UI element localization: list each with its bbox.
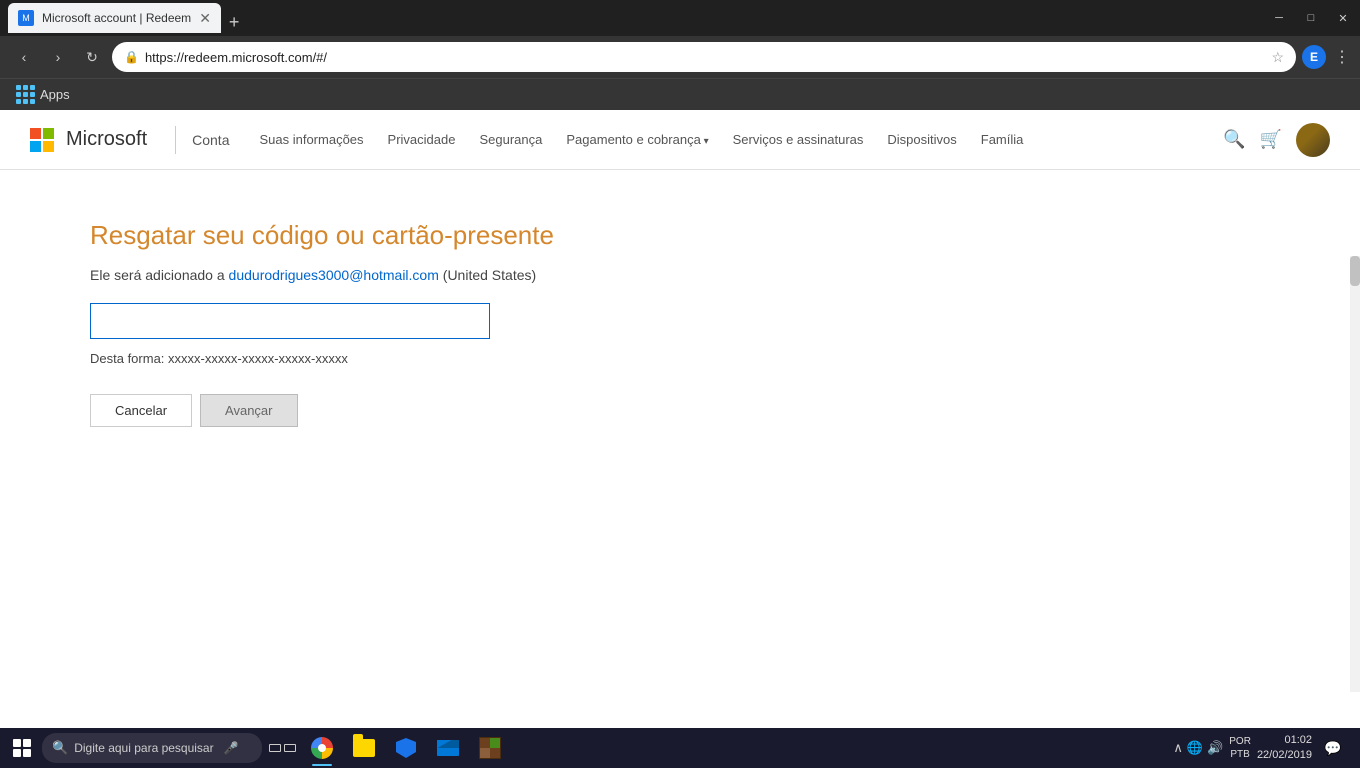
subtitle-suffix: (United States) xyxy=(439,267,536,283)
active-tab[interactable]: M Microsoft account | Redeem ✕ xyxy=(8,3,221,33)
subtitle: Ele será adicionado a dudurodrigues3000@… xyxy=(90,267,810,283)
bookmarks-bar: Apps xyxy=(0,78,1360,110)
subtitle-prefix: Ele será adicionado a xyxy=(90,267,229,283)
format-hint: Desta forma: xxxxx-xxxxx-xxxxx-xxxxx-xxx… xyxy=(90,351,810,366)
notification-button[interactable]: 💬 xyxy=(1318,733,1348,763)
taskbar-right: ∧ 🌐 🔊 POR PTB 01:02 22/02/2019 💬 xyxy=(1173,733,1356,764)
url-text: https://redeem.microsoft.com/#/ xyxy=(145,50,1265,65)
taskbar-chrome[interactable] xyxy=(302,728,342,768)
nav-pagamento[interactable]: Pagamento e cobrança xyxy=(566,132,708,147)
menu-button[interactable]: ⋮ xyxy=(1334,47,1350,67)
cancel-button[interactable]: Cancelar xyxy=(90,394,192,427)
nav-dispositivos[interactable]: Dispositivos xyxy=(887,132,956,147)
nav-familia[interactable]: Família xyxy=(981,132,1024,147)
system-tray-icons: ∧ 🌐 🔊 xyxy=(1173,740,1223,756)
apps-grid-icon xyxy=(16,85,35,104)
taskbar-time-display: 01:02 xyxy=(1257,733,1312,748)
ms-logo-grid xyxy=(30,128,54,152)
taskbar-search-text: Digite aqui para pesquisar xyxy=(74,741,213,755)
nav-servicos[interactable]: Serviços e assinaturas xyxy=(733,132,864,147)
ms-logo[interactable]: Microsoft xyxy=(30,128,147,152)
code-input[interactable] xyxy=(90,303,490,339)
new-tab-button[interactable]: + xyxy=(221,12,248,33)
format-value: xxxxx-xxxxx-xxxxx-xxxxx-xxxxx xyxy=(168,351,348,366)
tray-volume-icon[interactable]: 🔊 xyxy=(1207,740,1223,756)
nav-cart-icon[interactable]: 🛒 xyxy=(1260,129,1282,150)
task-view-button[interactable] xyxy=(264,730,300,766)
ms-navigation: Microsoft Conta Suas informações Privaci… xyxy=(0,110,1360,170)
nav-conta-label: Conta xyxy=(192,132,229,148)
taskbar: 🔍 Digite aqui para pesquisar 🎤 xyxy=(0,728,1360,768)
lang-line1: POR xyxy=(1229,735,1251,748)
tray-chevron-icon[interactable]: ∧ xyxy=(1173,740,1183,756)
ms-logo-blue xyxy=(30,141,41,152)
nav-links: Suas informações Privacidade Segurança P… xyxy=(259,132,1223,147)
browser-titlebar: M Microsoft account | Redeem ✕ + ─ □ ✕ xyxy=(0,0,1360,36)
nav-right: 🔍 🛒 xyxy=(1223,123,1330,157)
minimize-button[interactable]: ─ xyxy=(1270,12,1288,24)
next-button[interactable]: Avançar xyxy=(200,394,297,427)
language-indicator[interactable]: POR PTB xyxy=(1229,735,1251,761)
apps-label: Apps xyxy=(40,87,70,102)
tab-favicon: M xyxy=(18,10,34,26)
taskbar-minecraft[interactable] xyxy=(470,728,510,768)
taskbar-mail[interactable] xyxy=(428,728,468,768)
nav-user-avatar[interactable] xyxy=(1296,123,1330,157)
page-content: Microsoft Conta Suas informações Privaci… xyxy=(0,110,1360,692)
minecraft-icon xyxy=(479,737,501,759)
nav-suas-informacoes[interactable]: Suas informações xyxy=(259,132,363,147)
ms-logo-yellow xyxy=(43,141,54,152)
nav-divider xyxy=(175,126,176,154)
taskbar-datetime[interactable]: 01:02 22/02/2019 xyxy=(1257,733,1312,764)
tab-title: Microsoft account | Redeem xyxy=(42,11,191,25)
ms-logo-green xyxy=(43,128,54,139)
apps-bookmark-button[interactable]: Apps xyxy=(10,83,76,106)
bookmark-star-icon[interactable]: ☆ xyxy=(1271,49,1284,66)
tab-close-button[interactable]: ✕ xyxy=(199,10,211,27)
mail-icon xyxy=(437,740,459,756)
subtitle-email[interactable]: dudurodrigues3000@hotmail.com xyxy=(229,267,439,283)
refresh-button[interactable]: ↻ xyxy=(78,43,106,71)
taskbar-search-icon: 🔍 xyxy=(52,740,68,756)
address-bar: ‹ › ↻ 🔒 https://redeem.microsoft.com/#/ … xyxy=(0,36,1360,78)
chrome-icon xyxy=(311,737,333,759)
maximize-button[interactable]: □ xyxy=(1302,12,1320,24)
format-label: Desta forma: xyxy=(90,351,168,366)
page-title: Resgatar seu código ou cartão-presente xyxy=(90,220,810,251)
forward-button[interactable]: › xyxy=(44,43,72,71)
lang-line2: PTB xyxy=(1229,748,1251,761)
button-row: Cancelar Avançar xyxy=(90,394,810,427)
url-bar[interactable]: 🔒 https://redeem.microsoft.com/#/ ☆ xyxy=(112,42,1296,72)
taskbar-search-box[interactable]: 🔍 Digite aqui para pesquisar 🎤 xyxy=(42,733,262,763)
close-button[interactable]: ✕ xyxy=(1334,12,1352,25)
window-controls: ─ □ ✕ xyxy=(1270,12,1352,25)
nav-search-icon[interactable]: 🔍 xyxy=(1223,129,1245,150)
taskbar-file-explorer[interactable] xyxy=(344,728,384,768)
nav-seguranca[interactable]: Segurança xyxy=(479,132,542,147)
ms-logo-red xyxy=(30,128,41,139)
taskbar-security[interactable] xyxy=(386,728,426,768)
taskbar-date-display: 22/02/2019 xyxy=(1257,748,1312,763)
back-button[interactable]: ‹ xyxy=(10,43,38,71)
tray-network-icon[interactable]: 🌐 xyxy=(1187,740,1203,756)
profile-button[interactable]: E xyxy=(1302,45,1326,69)
scrollbar-track[interactable] xyxy=(1350,256,1360,692)
file-explorer-icon xyxy=(353,739,375,757)
ms-logo-text: Microsoft xyxy=(66,128,147,151)
start-button[interactable] xyxy=(4,730,40,766)
address-bar-right: E ⋮ xyxy=(1302,45,1350,69)
main-redeem-content: Resgatar seu código ou cartão-presente E… xyxy=(0,170,900,477)
tab-bar: M Microsoft account | Redeem ✕ + xyxy=(8,3,1262,33)
security-icon xyxy=(396,738,416,758)
scrollbar-thumb[interactable] xyxy=(1350,256,1360,286)
taskbar-mic-icon[interactable]: 🎤 xyxy=(224,741,239,755)
nav-privacidade[interactable]: Privacidade xyxy=(388,132,456,147)
lock-icon: 🔒 xyxy=(124,50,139,64)
